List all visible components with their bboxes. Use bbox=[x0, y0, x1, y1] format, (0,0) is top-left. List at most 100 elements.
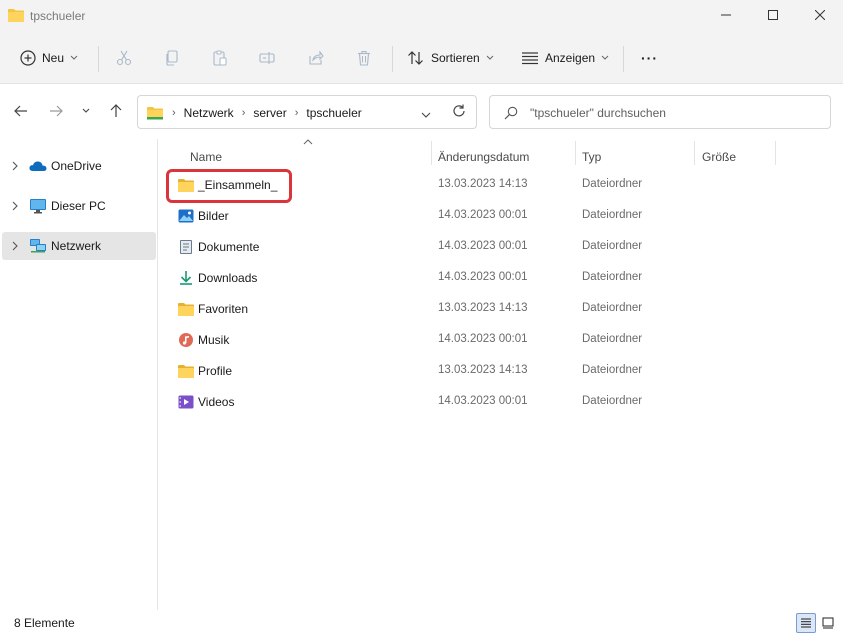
file-date: 13.03.2023 14:13 bbox=[438, 364, 528, 376]
file-date: 13.03.2023 14:13 bbox=[438, 178, 528, 190]
breadcrumb-item-netzwerk[interactable]: Netzwerk bbox=[184, 106, 234, 120]
refresh-button[interactable] bbox=[452, 104, 466, 121]
cut-button[interactable] bbox=[111, 45, 137, 71]
maximize-icon bbox=[768, 10, 778, 20]
column-header-label: Änderungsdatum bbox=[438, 150, 530, 164]
navigation-pane: OneDrive Dieser PC Netzwerk bbox=[0, 139, 158, 610]
file-date: 13.03.2023 14:13 bbox=[438, 302, 528, 314]
refresh-icon bbox=[453, 104, 465, 117]
column-divider[interactable] bbox=[694, 141, 695, 165]
column-divider[interactable] bbox=[431, 141, 432, 165]
copy-button[interactable] bbox=[159, 45, 185, 71]
music-icon bbox=[179, 333, 193, 347]
videos-icon bbox=[178, 395, 194, 409]
paste-button[interactable] bbox=[207, 45, 233, 71]
table-row[interactable]: Videos 14.03.2023 00:01 Dateiordner bbox=[175, 388, 775, 416]
sort-icon bbox=[408, 51, 423, 65]
details-view-button[interactable] bbox=[796, 613, 816, 633]
sidebar-item-onedrive[interactable]: OneDrive bbox=[2, 152, 156, 180]
more-options-button[interactable]: ··· bbox=[635, 44, 664, 72]
delete-button[interactable] bbox=[351, 45, 377, 71]
back-button[interactable] bbox=[9, 99, 33, 123]
new-button[interactable]: Neu bbox=[14, 44, 84, 72]
file-date: 14.03.2023 00:01 bbox=[438, 209, 528, 221]
new-label: Neu bbox=[42, 51, 65, 65]
address-history-button[interactable] bbox=[421, 108, 431, 122]
tiles-view-button[interactable] bbox=[818, 613, 838, 633]
table-row[interactable]: Musik 14.03.2023 00:01 Dateiordner bbox=[175, 326, 775, 354]
forward-button[interactable] bbox=[44, 99, 68, 123]
arrow-left-icon bbox=[14, 105, 27, 117]
chevron-right-icon bbox=[12, 241, 18, 251]
rename-icon bbox=[259, 52, 275, 64]
sidebar-item-dieser-pc[interactable]: Dieser PC bbox=[2, 192, 156, 220]
window-title: tpschueler bbox=[30, 9, 86, 23]
minimize-icon bbox=[721, 14, 731, 16]
chevron-right-icon: › bbox=[294, 107, 299, 119]
view-button[interactable]: Anzeigen bbox=[515, 44, 615, 72]
annotation-highlight-box bbox=[166, 169, 292, 203]
minimize-button[interactable] bbox=[703, 0, 749, 30]
column-header-size[interactable]: Größe bbox=[702, 145, 736, 169]
folder-icon bbox=[178, 303, 194, 316]
network-icon bbox=[30, 239, 46, 253]
file-type: Dateiordner bbox=[582, 209, 643, 221]
chevron-right-icon bbox=[12, 161, 18, 171]
address-bar[interactable]: › Netzwerk › server › tpschueler bbox=[137, 95, 477, 129]
sidebar-item-netzwerk[interactable]: Netzwerk bbox=[2, 232, 156, 260]
recent-locations-button[interactable] bbox=[74, 99, 98, 123]
sort-button[interactable]: Sortieren bbox=[401, 44, 500, 72]
search-field[interactable]: "tpschueler" durchsuchen bbox=[489, 95, 831, 129]
file-type: Dateiordner bbox=[582, 364, 643, 376]
breadcrumb-item-tpschueler[interactable]: tpschueler bbox=[306, 106, 361, 120]
share-icon bbox=[309, 50, 324, 65]
column-header-name[interactable]: Name bbox=[190, 145, 222, 169]
file-name: Videos bbox=[198, 395, 235, 409]
maximize-button[interactable] bbox=[750, 0, 796, 30]
table-row[interactable]: Profile 13.03.2023 14:13 Dateiordner bbox=[175, 357, 775, 385]
more-icon: ··· bbox=[641, 50, 658, 66]
table-row[interactable]: Dokumente 14.03.2023 00:01 Dateiordner bbox=[175, 233, 775, 261]
rename-button[interactable] bbox=[254, 45, 280, 71]
close-button[interactable] bbox=[797, 0, 843, 30]
item-count: 8 Elemente bbox=[14, 616, 75, 630]
monitor-icon bbox=[30, 199, 46, 214]
chevron-right-icon: › bbox=[241, 107, 246, 119]
title-bar: tpschueler bbox=[0, 0, 843, 32]
column-header-type[interactable]: Typ bbox=[582, 145, 601, 169]
trash-icon bbox=[358, 50, 370, 66]
scissors-icon bbox=[116, 50, 132, 66]
tiles-view-icon bbox=[822, 617, 834, 629]
plus-circle-icon bbox=[20, 50, 36, 66]
pictures-icon bbox=[178, 209, 194, 223]
column-header-date[interactable]: Änderungsdatum bbox=[438, 145, 529, 169]
up-button[interactable] bbox=[104, 99, 128, 123]
chevron-right-icon: › bbox=[172, 107, 176, 119]
file-type: Dateiordner bbox=[582, 271, 643, 283]
breadcrumb-item-server[interactable]: server bbox=[253, 106, 286, 120]
documents-icon bbox=[180, 240, 192, 254]
arrow-right-icon bbox=[50, 105, 63, 117]
file-type: Dateiordner bbox=[582, 395, 643, 407]
search-placeholder: "tpschueler" durchsuchen bbox=[530, 106, 666, 120]
chevron-right-icon bbox=[12, 201, 18, 211]
file-name: Profile bbox=[198, 364, 233, 378]
column-divider[interactable] bbox=[575, 141, 576, 165]
table-row[interactable]: Favoriten 13.03.2023 14:13 Dateiordner bbox=[175, 295, 775, 323]
details-view-icon bbox=[801, 618, 811, 628]
chevron-down-icon bbox=[601, 55, 609, 60]
file-name: Favoriten bbox=[198, 302, 249, 316]
arrow-up-icon bbox=[110, 104, 122, 117]
toolbar-divider bbox=[98, 46, 99, 72]
file-type: Dateiordner bbox=[582, 333, 643, 345]
sidebar-item-label: Netzwerk bbox=[51, 239, 102, 253]
column-divider[interactable] bbox=[775, 141, 776, 165]
search-icon bbox=[504, 106, 518, 120]
file-date: 14.03.2023 00:01 bbox=[438, 333, 528, 345]
table-row[interactable]: Downloads 14.03.2023 00:01 Dateiordner bbox=[175, 264, 775, 292]
share-button[interactable] bbox=[303, 45, 329, 71]
command-bar: Neu Sortieren Anzeigen ··· bbox=[0, 32, 843, 84]
file-name: Musik bbox=[198, 333, 230, 347]
table-row[interactable]: Bilder 14.03.2023 00:01 Dateiordner bbox=[175, 202, 775, 230]
chevron-down-icon bbox=[82, 108, 90, 113]
